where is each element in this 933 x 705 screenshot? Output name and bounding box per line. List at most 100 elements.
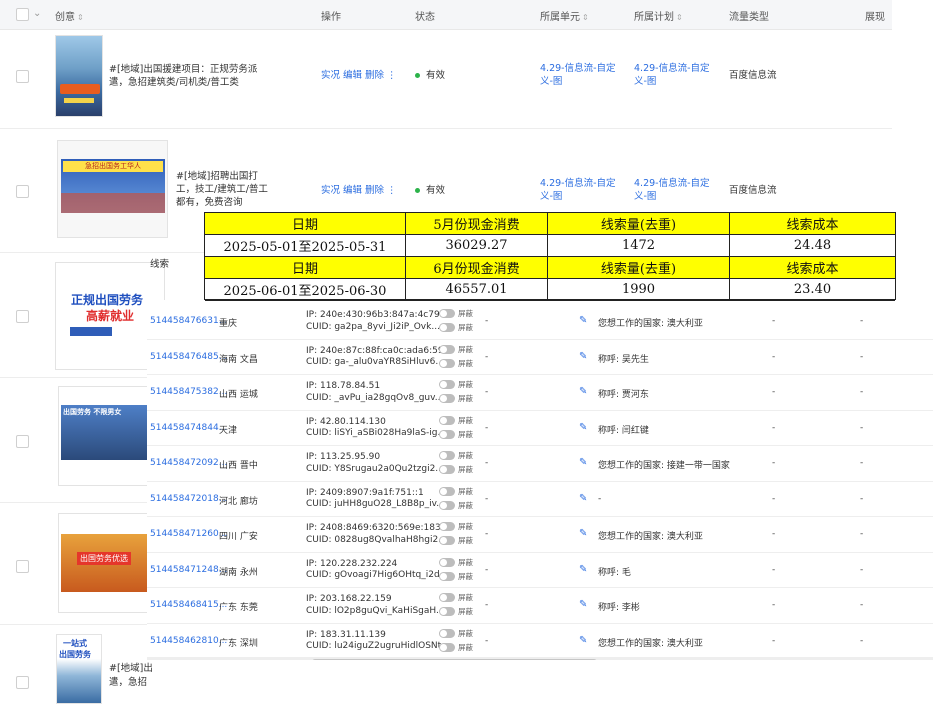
toggle-label: 屏蔽 [458,344,473,354]
empty-cell: - [860,600,864,610]
block-ip-toggle[interactable] [439,451,455,460]
edit-icon[interactable]: ✎ [579,528,587,539]
block-cuid-toggle[interactable] [439,323,455,332]
header-leads: 线索量(去重) [548,257,730,279]
sort-icon[interactable]: ⇕ [77,13,84,22]
cell-leads: 1990 [548,279,730,301]
toggle-label: 屏蔽 [458,451,473,460]
lead-row: 514458468415... 广东 东莞 IP: 203.168.22.159 CU… [147,588,933,624]
lead-region: 湖南 永州 [219,567,258,578]
lead-row: 514458472092... 山西 晋中 IP: 113.25.95.90 CUID… [147,446,933,482]
edit-icon[interactable]: ✎ [579,457,587,468]
creative-title[interactable]: #[地域]出 [109,662,153,675]
row-actions[interactable]: 实况 编辑 删除 ⋮ [321,184,397,197]
header-cost: 线索成本 [730,257,895,279]
lead-info: - [598,493,602,504]
edit-icon[interactable]: ✎ [579,386,587,397]
block-ip-toggle[interactable] [439,628,455,638]
block-cuid-toggle[interactable] [439,642,455,652]
summary-header-may: 日期 5月份现金消费 线索量(去重) 线索成本 [205,213,895,235]
block-ip-toggle[interactable] [439,486,455,496]
block-cuid-toggle[interactable] [439,394,455,403]
thumbnail-text: 出国劳务 [59,650,91,659]
creative-thumbnail[interactable]: 出国劳务优选 [58,513,150,613]
row-checkbox[interactable] [16,185,29,198]
edit-icon[interactable]: ✎ [579,315,587,326]
scrollbar-thumb[interactable] [312,659,597,660]
col-status: 状态 [415,12,435,23]
col-creative[interactable]: 创意 ⇕ [55,8,84,23]
edit-icon[interactable]: ✎ [579,422,587,433]
col-unit[interactable]: 所属单元 ⇕ [540,8,589,23]
creative-title[interactable]: 线索 [150,258,169,271]
block-cuid-toggle[interactable] [439,358,455,368]
select-all-checkbox[interactable] [16,8,29,21]
block-ip-toggle[interactable] [439,309,455,318]
toggle-label: 屏蔽 [458,607,473,616]
block-ip-toggle[interactable] [439,557,455,567]
edit-icon[interactable]: ✎ [579,493,587,504]
lead-info: 称呼: 毛 [598,567,631,578]
sort-icon[interactable]: ⇕ [676,13,683,22]
block-ip-toggle[interactable] [439,344,455,354]
unit-link[interactable]: 4.29-信息流-自定义-图 [540,177,625,203]
block-ip-toggle[interactable] [439,522,455,531]
row-checkbox[interactable] [16,70,29,83]
thumbnail-text: 高薪就业 [86,309,135,323]
block-cuid-toggle[interactable] [439,500,455,510]
row-checkbox[interactable] [16,676,29,689]
empty-cell: - [860,422,864,433]
creative-thumbnail[interactable]: 急招出国务工华人 [57,140,168,238]
lead-id[interactable]: 514458468415... [150,600,227,610]
unit-link[interactable]: 4.29-信息流-自定义-图 [540,62,625,88]
plan-link[interactable]: 4.29-信息流-自定义-图 [634,62,719,88]
creative-thumbnail[interactable]: 一站式 出国劳务 [56,634,102,704]
block-ip-toggle[interactable] [439,415,455,425]
plan-link[interactable]: 4.29-信息流-自定义-图 [634,177,719,203]
edit-icon[interactable]: ✎ [579,351,587,362]
block-cuid-toggle[interactable] [439,465,455,474]
row-actions[interactable]: 实况 编辑 删除 ⋮ [321,69,397,82]
empty-cell: - [860,316,864,326]
lead-id[interactable]: 514458476631... [150,316,227,326]
edit-icon[interactable]: ✎ [579,635,587,646]
row-checkbox[interactable] [16,435,29,448]
block-cuid-toggle[interactable] [439,607,455,616]
creative-thumbnail[interactable] [55,35,103,117]
creative-title[interactable]: 遣，急招 [109,676,147,689]
sort-icon[interactable]: ⇕ [582,13,589,22]
empty-cell: - [772,387,776,397]
lead-id[interactable]: 514458471248... [150,565,227,575]
creative-title[interactable]: #[地域]出国援建项目：正规劳务派遣，急招建筑类/司机类/普工类 [109,63,274,89]
lead-id[interactable]: 514458471260... [150,529,227,539]
lead-info: 称呼: 闫红键 [598,425,649,436]
flow-type: 百度信息流 [729,70,777,81]
chevron-down-icon[interactable]: ⌄ [33,8,41,19]
block-cuid-toggle[interactable] [439,536,455,545]
lead-id[interactable]: 514458462810... [150,636,227,646]
lead-row: 514458471260... 四川 广安 IP: 2408:8469:6320:5… [147,517,933,553]
lead-region: 广东 东莞 [219,603,258,613]
horizontal-scrollbar[interactable] [147,657,933,660]
thumbnail-text: 急招出国务工华人 [63,161,163,172]
empty-cell: - [772,635,776,646]
creative-thumbnail[interactable]: 出国劳务 不限男女 [58,386,150,486]
creative-title[interactable]: #[地域]招聘出国打工，技工/建筑工/普工都有，免费咨询 [176,170,276,209]
block-cuid-toggle[interactable] [439,429,455,439]
lead-id[interactable]: 514458476485... [150,352,227,362]
edit-icon[interactable]: ✎ [579,599,587,610]
lead-id[interactable]: 514458475382... [150,387,227,397]
row-checkbox[interactable] [16,560,29,573]
status-dot-icon [415,188,420,193]
lead-id[interactable]: 514458474844... [150,423,227,433]
cell-spend: 36029.27 [406,235,548,257]
header-leads: 线索量(去重) [548,213,730,235]
col-plan[interactable]: 所属计划 ⇕ [634,8,683,23]
block-ip-toggle[interactable] [439,380,455,389]
lead-id[interactable]: 514458472018... [150,494,227,504]
edit-icon[interactable]: ✎ [579,564,587,575]
lead-id[interactable]: 514458472092... [150,458,227,468]
row-checkbox[interactable] [16,310,29,323]
block-cuid-toggle[interactable] [439,571,455,581]
block-ip-toggle[interactable] [439,593,455,602]
